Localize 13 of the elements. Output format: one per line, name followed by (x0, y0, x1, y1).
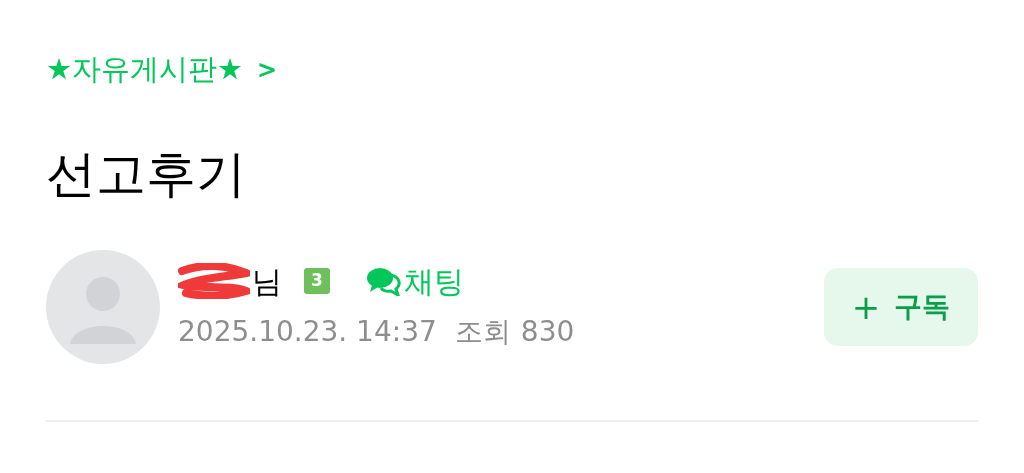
chat-icon (366, 266, 402, 296)
author-name[interactable]: 님 (252, 258, 282, 304)
views-label: 조회 (454, 314, 511, 350)
plus-icon: + (851, 281, 881, 333)
views-count: 830 (520, 314, 575, 350)
chevron-icon: > (257, 52, 278, 88)
subscribe-button[interactable]: + 구독 (824, 268, 978, 346)
post-date: 2025.10.23. 14:37 (178, 314, 437, 350)
avatar-icon (46, 250, 160, 364)
chat-button[interactable]: 채팅 (366, 258, 464, 304)
post-title: 선고후기 (46, 144, 247, 205)
level-badge: 3 (304, 268, 330, 294)
board-link[interactable]: ★자유게시판★ (46, 48, 243, 92)
